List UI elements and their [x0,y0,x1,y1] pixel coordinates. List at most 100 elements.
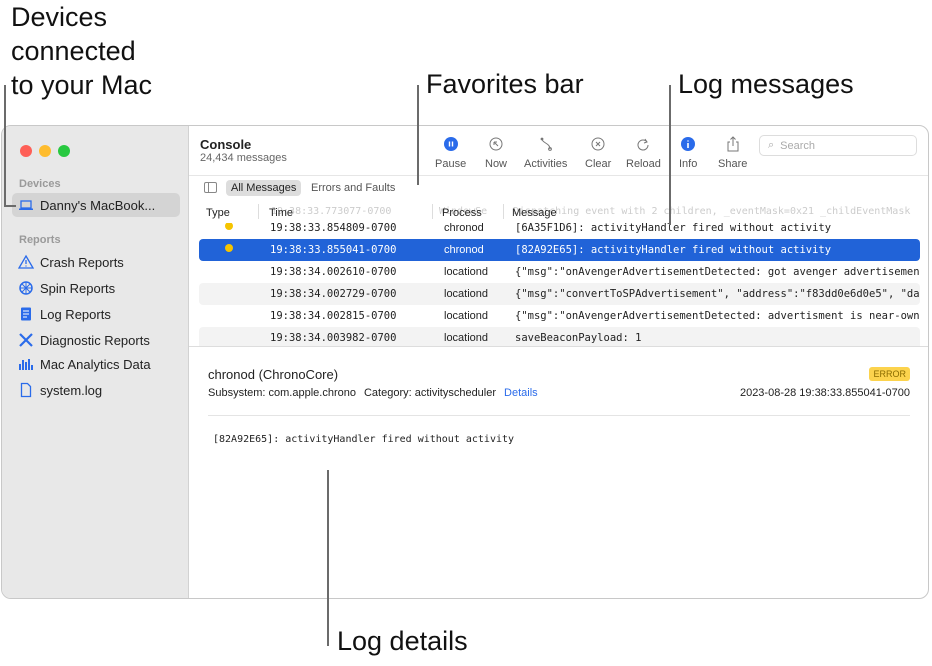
sidebar-item-label: Diagnostic Reports [40,332,150,348]
spin-icon [19,281,33,295]
details-link[interactable]: Details [504,387,538,399]
reload-icon [635,136,651,152]
message-count: 24,434 messages [200,152,287,164]
log-message-list: 19:38:33.854809-0700 chronod [6A35F1D6]: a… [189,223,928,346]
ghost-message: Dispatching event with 2 children, _even… [513,206,911,217]
log-row[interactable]: 19:38:33.855041-0700 chronod [82A92E65]: a… [199,239,920,261]
laptop-icon [19,200,33,210]
log-row[interactable]: 19:38:34.002729-0700 locationd {"msg":"con… [199,283,920,305]
row-time: 19:38:34.002610-0700 [270,266,397,278]
reports-header: Reports [19,234,61,246]
reload-label: Reload [626,158,661,170]
search-input[interactable]: ⌕ Search [759,135,917,156]
row-time: 19:38:34.002729-0700 [270,288,397,300]
activities-label: Activities [524,158,568,170]
callout-log-details: Log details [337,626,468,656]
column-message[interactable]: Message [512,207,557,219]
row-process: chronod [444,223,484,234]
sidebar-item-system-log[interactable]: system.log [12,378,180,402]
sidebar-item-label: Crash Reports [40,254,124,270]
callout-favorites: Favorites bar [426,69,584,99]
info-label: Info [679,158,698,170]
clear-button[interactable]: Clear [585,136,611,170]
row-process: locationd [444,310,489,322]
device-label: Danny's MacBook... [40,197,156,213]
detail-timestamp: 2023-08-28 19:38:33.855041-0700 [739,387,910,399]
sidebar-item-label: Mac Analytics Data [40,356,151,372]
row-message: [6A35F1D6]: activityHandler fired withou… [515,223,832,234]
share-label: Share [718,158,748,170]
callout-leader [417,85,419,185]
share-button[interactable]: Share [718,136,747,170]
pause-label: Pause [435,158,467,170]
search-placeholder: Search [780,139,816,152]
close-button[interactable] [20,145,32,157]
sidebar-item-device[interactable]: Danny's MacBook... [12,193,180,217]
now-label: Now [485,158,508,170]
callout-line: connected [11,36,136,66]
row-process: chronod [444,244,484,256]
clear-label: Clear [585,158,612,170]
activities-button[interactable]: Activities [524,136,567,170]
pause-button[interactable]: Pause [435,136,466,170]
row-process: locationd [444,332,489,344]
row-process: locationd [444,266,489,278]
column-type[interactable]: Type [206,207,230,219]
callout-leader [4,205,16,207]
log-detail-pane: chronod (ChronoCore) ERROR Subsystem: co… [189,346,928,598]
log-row[interactable]: 19:38:34.002610-0700 locationd {"msg":"onA… [199,261,920,283]
row-message: saveBeaconPayload: 1 [515,332,642,344]
chart-icon [19,359,33,370]
minimize-button[interactable] [39,145,51,157]
log-row[interactable]: 19:38:34.002815-0700 locationd {"msg":"onA… [199,305,920,327]
log-row[interactable]: 19:38:34.003982-0700 locationd saveBeaconP… [199,327,920,346]
callout-leader [327,470,329,646]
sidebar-item-crash-reports[interactable]: Crash Reports [12,250,180,274]
sidebar-item-log-reports[interactable]: Log Reports [12,302,180,326]
sidebar-item-mac-analytics[interactable]: Mac Analytics Data [12,352,180,376]
warning-icon [18,254,34,269]
info-icon [680,136,696,152]
favorite-errors-and-faults[interactable]: Errors and Faults [306,180,400,196]
reload-button[interactable]: Reload [626,136,661,170]
column-divider[interactable] [432,204,433,219]
column-divider[interactable] [503,204,504,219]
callout-line: to your Mac [11,70,153,100]
detail-title: chronod (ChronoCore) [208,367,339,382]
row-message: {"msg":"convertToSPAdvertisement", "addr… [515,288,920,300]
sidebar-item-diagnostic-reports[interactable]: Diagnostic Reports [12,328,180,352]
info-button[interactable]: Info [679,136,697,170]
detail-subsystem: Subsystem: com.apple.chrono [208,387,356,399]
tools-icon [19,333,33,347]
favorite-all-messages[interactable]: All Messages [226,180,302,196]
detail-category: Category: activityscheduler [363,387,497,399]
column-time[interactable]: Time [269,207,293,219]
now-button[interactable]: Now [485,136,507,170]
zoom-button[interactable] [58,145,70,157]
document-icon [21,307,31,321]
column-divider[interactable] [258,204,259,219]
callout-line: Devices [11,2,108,32]
row-process: locationd [444,288,489,300]
row-time: 19:38:33.855041-0700 [270,244,397,256]
sidebar-toggle-icon[interactable] [204,182,217,193]
warning-dot-icon [225,223,233,230]
row-time: 19:38:34.002815-0700 [270,310,397,322]
now-icon [488,136,504,152]
window-title: Console [200,137,252,152]
column-header: 19:38:33.773077-0700 WindowSe Dispatchin… [189,201,928,223]
sidebar: Devices Danny's MacBook... Reports Crash… [2,126,189,598]
row-time: 19:38:34.003982-0700 [270,332,397,344]
sidebar-item-label: system.log [40,382,103,398]
main-pane: Console 24,434 messages Pause Now Activi… [189,126,928,598]
file-icon [20,382,32,398]
sidebar-item-label: Spin Reports [40,280,116,296]
log-row[interactable]: 19:38:33.854809-0700 chronod [6A35F1D6]: a… [199,223,920,239]
row-message: {"msg":"onAvengerAdvertisementDetected: … [515,266,920,278]
share-icon [725,136,741,152]
row-message: [82A92E65]: activityHandler fired withou… [515,244,832,256]
divider [208,415,910,416]
sidebar-item-spin-reports[interactable]: Spin Reports [12,276,180,300]
row-time: 19:38:33.854809-0700 [270,223,397,234]
column-process[interactable]: Process [442,207,482,219]
